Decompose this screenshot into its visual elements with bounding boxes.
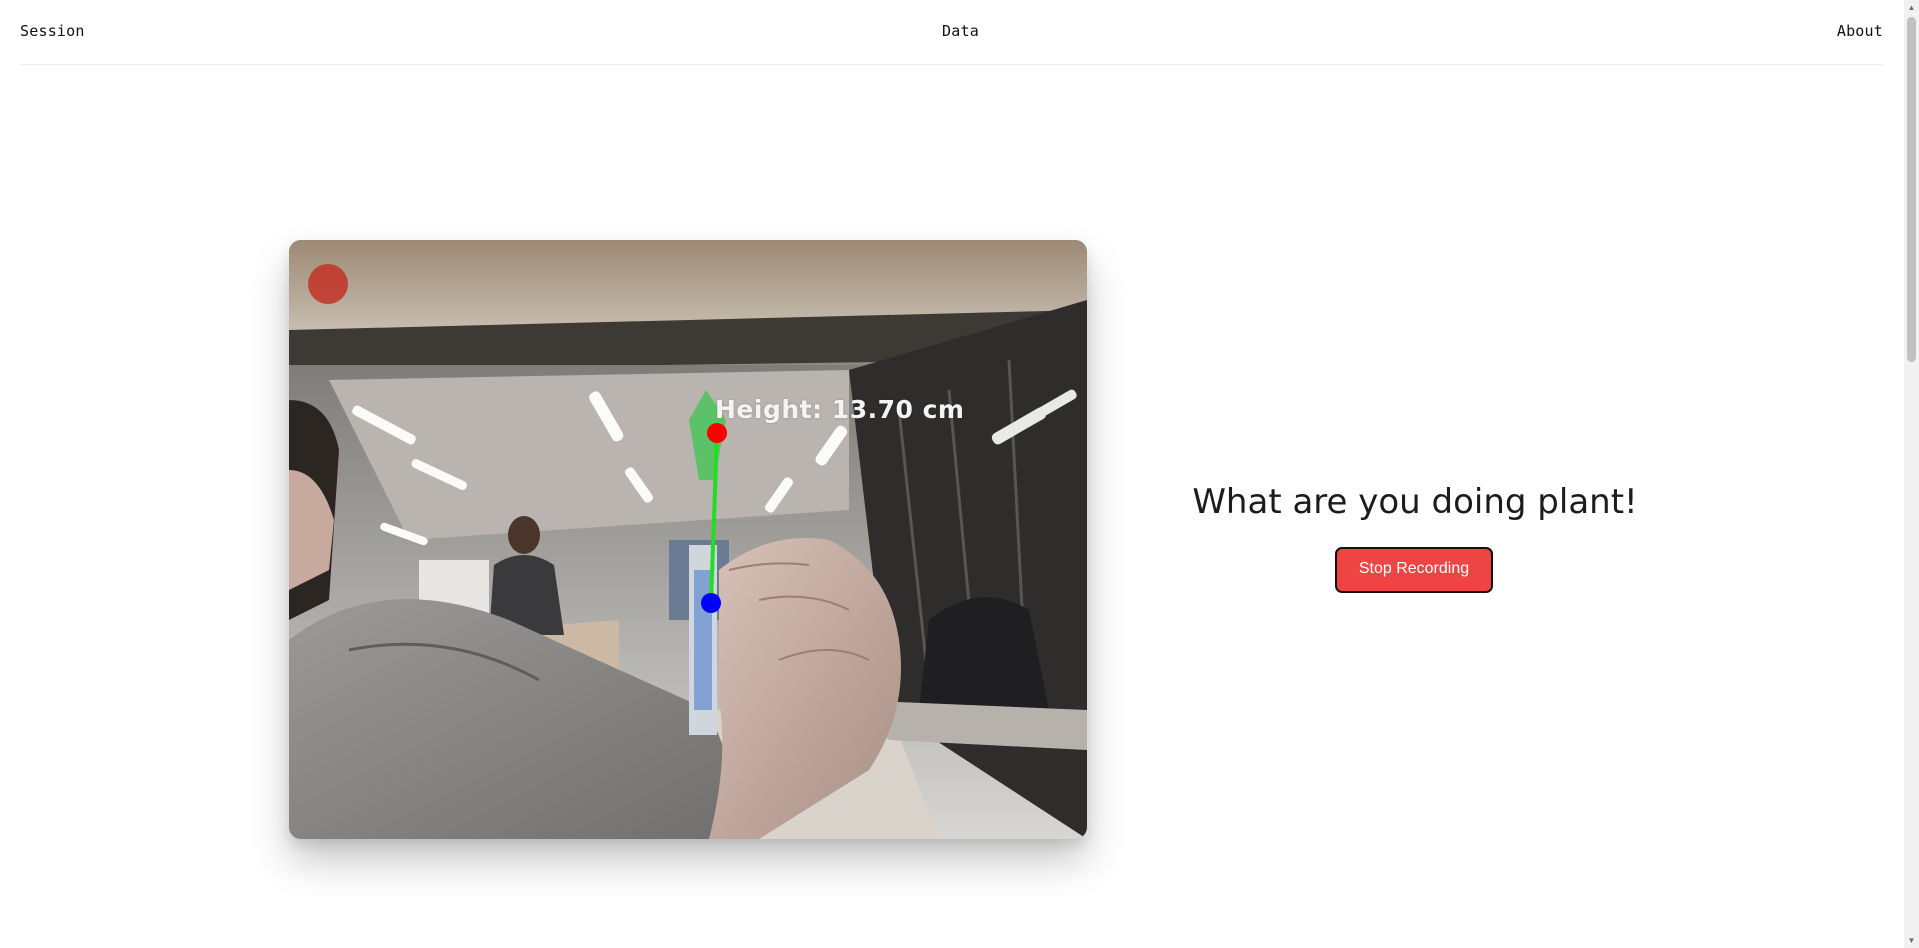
nav-session-link[interactable]: Session [20, 22, 85, 40]
bottom-marker-dot [701, 593, 721, 613]
top-nav: Session Data About [20, 0, 1883, 65]
camera-frame-image [289, 240, 1087, 839]
nav-about-link[interactable]: About [1837, 22, 1883, 40]
nav-data-link[interactable]: Data [942, 22, 979, 40]
scroll-up-icon[interactable]: ▲ [1904, 0, 1919, 15]
height-overlay-label: Height: 13.70 cm [715, 395, 965, 424]
scrollbar-thumb[interactable] [1907, 17, 1916, 362]
stop-recording-button[interactable]: Stop Recording [1335, 547, 1493, 593]
recording-indicator-icon [308, 264, 348, 304]
scroll-down-icon[interactable]: ▼ [1904, 933, 1919, 948]
page-title: What are you doing plant! [1192, 482, 1638, 522]
top-marker-dot [707, 423, 727, 443]
camera-feed: Height: 13.70 cm [289, 240, 1087, 839]
vertical-scrollbar[interactable]: ▲ ▼ [1904, 0, 1919, 948]
page: Session Data About Height: 13.70 cm What… [0, 0, 1919, 948]
